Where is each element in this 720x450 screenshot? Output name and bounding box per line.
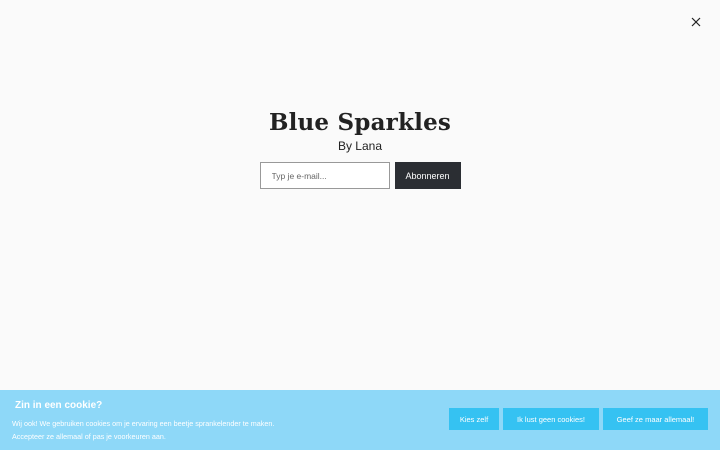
cookie-message: Wij ook! We gebruiken cookies om je erva… — [12, 417, 312, 443]
close-button[interactable] — [686, 12, 706, 32]
cookie-title: Zin in een cookie? — [12, 400, 102, 411]
subscribe-button[interactable]: Abonneren — [394, 162, 461, 189]
site-title: Blue Sparkles — [268, 109, 452, 136]
cookie-message-line-2: Accepteer ze allemaal of pas je voorkeur… — [12, 432, 166, 441]
subscribe-panel: Blue Sparkles By Lana Abonneren — [0, 108, 720, 189]
cookie-title-text: Zin in een cookie? — [15, 400, 103, 411]
email-input[interactable] — [259, 162, 390, 189]
subscribe-modal-page: Blue Sparkles By Lana Abonneren Zin in e… — [0, 0, 720, 450]
subscribe-form: Abonneren — [0, 162, 720, 189]
decline-cookies-button[interactable]: Ik lust geen cookies! — [503, 408, 599, 430]
close-icon — [691, 17, 701, 27]
cookie-message-line-1: Wij ook! We gebruiken cookies om je erva… — [12, 419, 275, 428]
cookie-banner: Zin in een cookie? Wij ook! We gebruiken… — [0, 390, 720, 450]
site-subtitle: By Lana — [337, 139, 383, 153]
accept-cookies-button[interactable]: Geef ze maar allemaal! — [603, 408, 708, 430]
choose-cookies-button[interactable]: Kies zelf — [449, 408, 499, 430]
